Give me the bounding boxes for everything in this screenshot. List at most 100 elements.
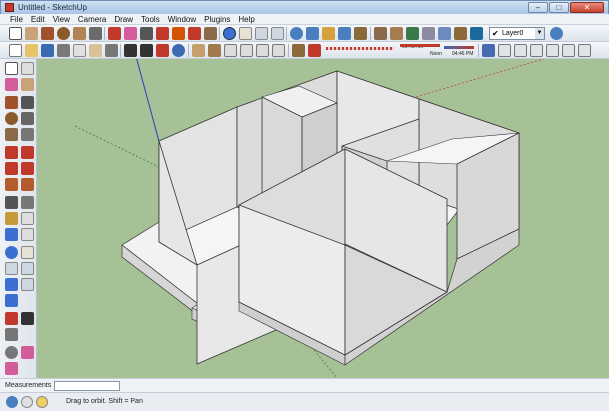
redo-icon[interactable] [140,44,153,57]
time-slider[interactable] [444,46,474,49]
xray-icon[interactable] [374,27,387,40]
shaded-textures-icon[interactable] [454,27,467,40]
circle-icon[interactable] [57,27,70,40]
menu-help[interactable]: Help [234,14,258,24]
make-component-icon[interactable] [21,62,34,75]
menu-plugins[interactable]: Plugins [200,14,234,24]
push-pull-icon[interactable] [21,146,34,159]
close-button[interactable]: ✕ [570,2,604,13]
open-file-icon[interactable] [25,44,38,57]
next-view-icon[interactable] [5,294,18,307]
credits-icon[interactable] [21,396,33,408]
text-icon[interactable] [21,212,34,225]
protractor-icon[interactable] [5,212,18,225]
freehand-icon[interactable] [21,128,34,141]
rotate-icon[interactable] [188,27,201,40]
offset-icon[interactable] [21,178,34,191]
sandbox-icon[interactable] [21,346,34,359]
follow-me-icon[interactable] [21,162,34,175]
orbit-icon[interactable] [5,246,18,259]
shadow-settings-icon[interactable] [292,44,305,57]
zoom-extents-icon[interactable] [5,278,18,291]
cube-front-icon[interactable] [546,44,559,57]
paste-icon[interactable] [89,44,102,57]
share-component-icon[interactable] [322,27,335,40]
line-icon[interactable] [21,96,34,109]
monochrome-icon[interactable] [470,27,483,40]
display-sections-icon[interactable] [498,44,511,57]
photo-textures-icon[interactable] [354,27,367,40]
eraser-icon[interactable] [25,27,38,40]
maximize-button[interactable]: □ [549,2,569,13]
3d-text-icon[interactable] [21,228,34,241]
copy-icon[interactable] [73,44,86,57]
menu-tools[interactable]: Tools [137,14,164,24]
select-icon[interactable] [5,62,18,75]
display-shadows-icon[interactable] [308,44,321,57]
menu-window[interactable]: Window [164,14,200,24]
rectangle-icon[interactable] [41,27,54,40]
rectangle-icon[interactable] [5,96,18,109]
left-view-icon[interactable] [272,44,285,57]
right-view-icon[interactable] [240,44,253,57]
wireframe-icon[interactable] [406,27,419,40]
eraser-icon[interactable] [21,78,34,91]
paint-bucket-icon[interactable] [124,27,137,40]
back-view-icon[interactable] [256,44,269,57]
share-model-icon[interactable] [306,27,319,40]
layer-manager-icon[interactable] [550,27,563,40]
minimize-button[interactable]: – [528,2,548,13]
3d-viewport[interactable] [37,59,609,378]
orbit-icon[interactable] [223,27,236,40]
zoom-icon[interactable] [5,262,18,275]
menu-file[interactable]: File [6,14,27,24]
section-plane-icon[interactable] [5,346,18,359]
zoom-window-icon[interactable] [271,27,284,40]
select-icon[interactable] [9,27,22,40]
move-icon[interactable] [5,146,18,159]
shaded-icon[interactable] [438,27,451,40]
tape-measure-icon[interactable] [5,196,18,209]
menu-draw[interactable]: Draw [110,14,137,24]
polygon-icon[interactable] [5,128,18,141]
delete-icon[interactable] [105,44,118,57]
google-earth-icon[interactable] [338,27,351,40]
pan-icon[interactable] [239,27,252,40]
look-around-icon[interactable] [5,328,18,341]
front-view-icon[interactable] [224,44,237,57]
polygon-icon[interactable] [73,27,86,40]
push-pull-icon[interactable] [156,27,169,40]
geo-location-icon[interactable] [6,396,18,408]
month-slider[interactable] [326,47,394,50]
iso-view-icon[interactable] [192,44,205,57]
cube-view-icon[interactable] [530,44,543,57]
back-edges-icon[interactable] [390,27,403,40]
circle-icon[interactable] [5,112,18,125]
tape-measure-icon[interactable] [140,27,153,40]
pan-icon[interactable] [21,246,34,259]
section-plane-icon[interactable] [482,44,495,57]
follow-me-icon[interactable] [204,27,217,40]
position-camera-icon[interactable] [5,312,18,325]
arc-icon[interactable] [89,27,102,40]
rotate-icon[interactable] [5,162,18,175]
chevron-down-icon[interactable]: ▼ [535,28,544,39]
cube-right-icon[interactable] [562,44,575,57]
cube-back-icon[interactable] [578,44,591,57]
hidden-line-icon[interactable] [422,27,435,40]
make-component-icon[interactable] [108,27,121,40]
help-icon[interactable] [36,396,48,408]
cut-icon[interactable] [57,44,70,57]
menu-view[interactable]: View [49,14,74,24]
measurements-input[interactable] [54,381,120,391]
save-icon[interactable] [41,44,54,57]
paint-bucket-icon[interactable] [5,78,18,91]
smoove-icon[interactable] [5,362,18,375]
zoom-window-icon[interactable] [21,262,34,275]
menu-camera[interactable]: Camera [74,14,110,24]
top-view-icon[interactable] [208,44,221,57]
walk-icon[interactable] [21,312,34,325]
zoom-icon[interactable] [255,27,268,40]
layer-select[interactable]: ✔ Layer0 ▼ [489,27,545,40]
previous-view-icon[interactable] [21,278,34,291]
